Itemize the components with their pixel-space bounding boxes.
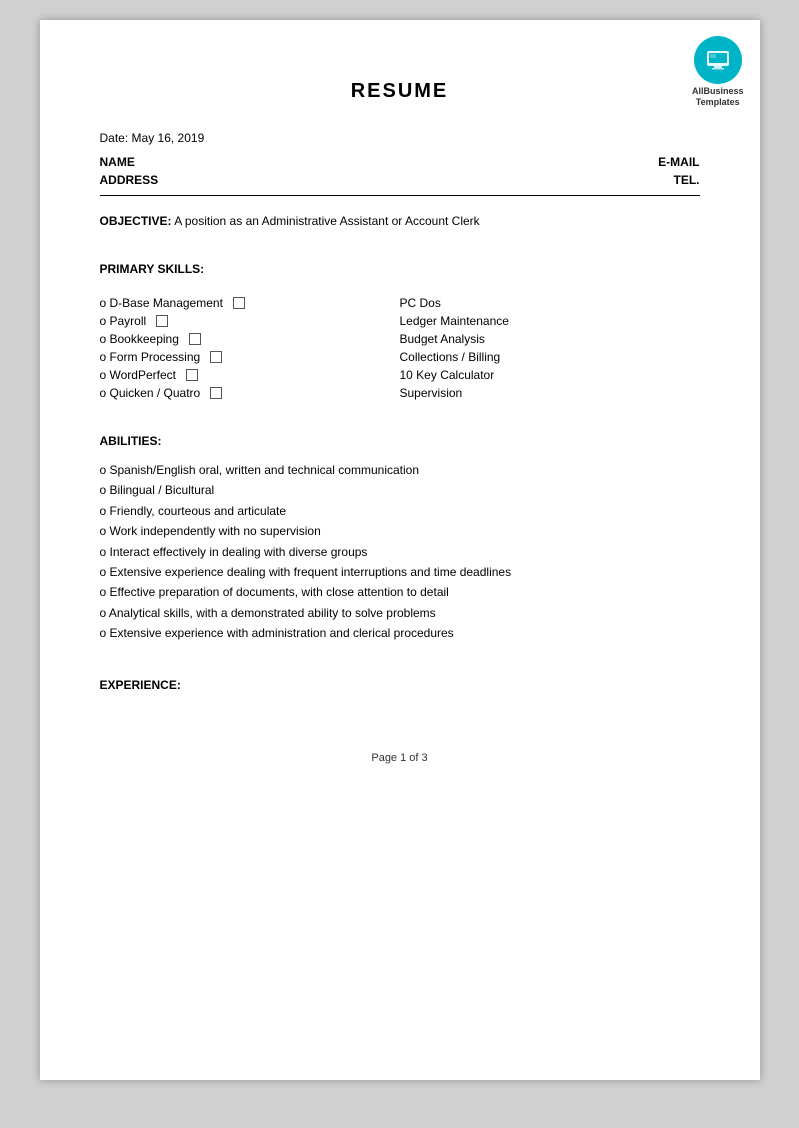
tel-label: TEL.: [674, 173, 700, 187]
logo-text: AllBusinessTemplates: [692, 86, 744, 108]
address-label: ADDRESS: [100, 173, 159, 187]
skill-right-5: 10 Key Calculator: [400, 368, 700, 382]
skill-left-3: o Bookkeeping: [100, 332, 400, 346]
ability-1: o Spanish/English oral, written and tech…: [100, 460, 700, 480]
objective-line: OBJECTIVE: A position as an Administrati…: [100, 214, 700, 228]
checkbox-5: [186, 369, 198, 381]
skill-left-4: o Form Processing: [100, 350, 400, 364]
abilities-list: o Spanish/English oral, written and tech…: [100, 460, 700, 644]
skill-right-2: Ledger Maintenance: [400, 314, 700, 328]
skill-left-5: o WordPerfect: [100, 368, 400, 382]
skill-right-1: PC Dos: [400, 296, 700, 310]
date-value: May 16, 2019: [132, 131, 205, 145]
abilities-section: ABILITIES: o Spanish/English oral, writt…: [100, 434, 700, 644]
objective-label: OBJECTIVE:: [100, 214, 172, 228]
ability-8: o Analytical skills, with a demonstrated…: [100, 603, 700, 623]
logo-circle: [694, 36, 742, 84]
checkbox-1: [233, 297, 245, 309]
name-email-row: NAME E-MAIL: [100, 155, 700, 169]
objective-text: A position as an Administrative Assistan…: [174, 214, 479, 228]
skill-left-1: o D-Base Management: [100, 296, 400, 310]
date-line: Date: May 16, 2019: [100, 131, 700, 145]
ability-4: o Work independently with no supervision: [100, 521, 700, 541]
ability-7: o Effective preparation of documents, wi…: [100, 582, 700, 602]
name-label: NAME: [100, 155, 135, 169]
date-label: Date:: [100, 131, 129, 145]
checkbox-6: [210, 387, 222, 399]
abilities-title: ABILITIES:: [100, 434, 700, 448]
footer-text: Page 1 of 3: [371, 752, 427, 764]
checkbox-3: [189, 333, 201, 345]
address-tel-row: ADDRESS TEL.: [100, 173, 700, 187]
page-footer: Page 1 of 3: [100, 752, 700, 764]
resume-page: AllBusinessTemplates RESUME Date: May 16…: [40, 20, 760, 1080]
ability-9: o Extensive experience with administrati…: [100, 623, 700, 643]
email-label: E-MAIL: [658, 155, 699, 169]
skill-right-3: Budget Analysis: [400, 332, 700, 346]
experience-section: EXPERIENCE:: [100, 678, 700, 692]
page-title: RESUME: [100, 80, 700, 103]
ability-6: o Extensive experience dealing with freq…: [100, 562, 700, 582]
logo-icon: [704, 46, 732, 74]
checkbox-2: [156, 315, 168, 327]
skill-left-2: o Payroll: [100, 314, 400, 328]
checkbox-4: [210, 351, 222, 363]
skill-right-4: Collections / Billing: [400, 350, 700, 364]
experience-title: EXPERIENCE:: [100, 678, 700, 692]
ability-2: o Bilingual / Bicultural: [100, 480, 700, 500]
skill-left-6: o Quicken / Quatro: [100, 386, 400, 400]
ability-5: o Interact effectively in dealing with d…: [100, 542, 700, 562]
skill-right-6: Supervision: [400, 386, 700, 400]
ability-3: o Friendly, courteous and articulate: [100, 501, 700, 521]
skills-grid: o D-Base Management PC Dos o Payroll Led…: [100, 296, 700, 400]
primary-skills-section: PRIMARY SKILLS: o D-Base Management PC D…: [100, 262, 700, 400]
objective-section: OBJECTIVE: A position as an Administrati…: [100, 214, 700, 228]
header-divider: [100, 195, 700, 196]
logo-container: AllBusinessTemplates: [692, 36, 744, 108]
primary-skills-title: PRIMARY SKILLS:: [100, 262, 700, 276]
